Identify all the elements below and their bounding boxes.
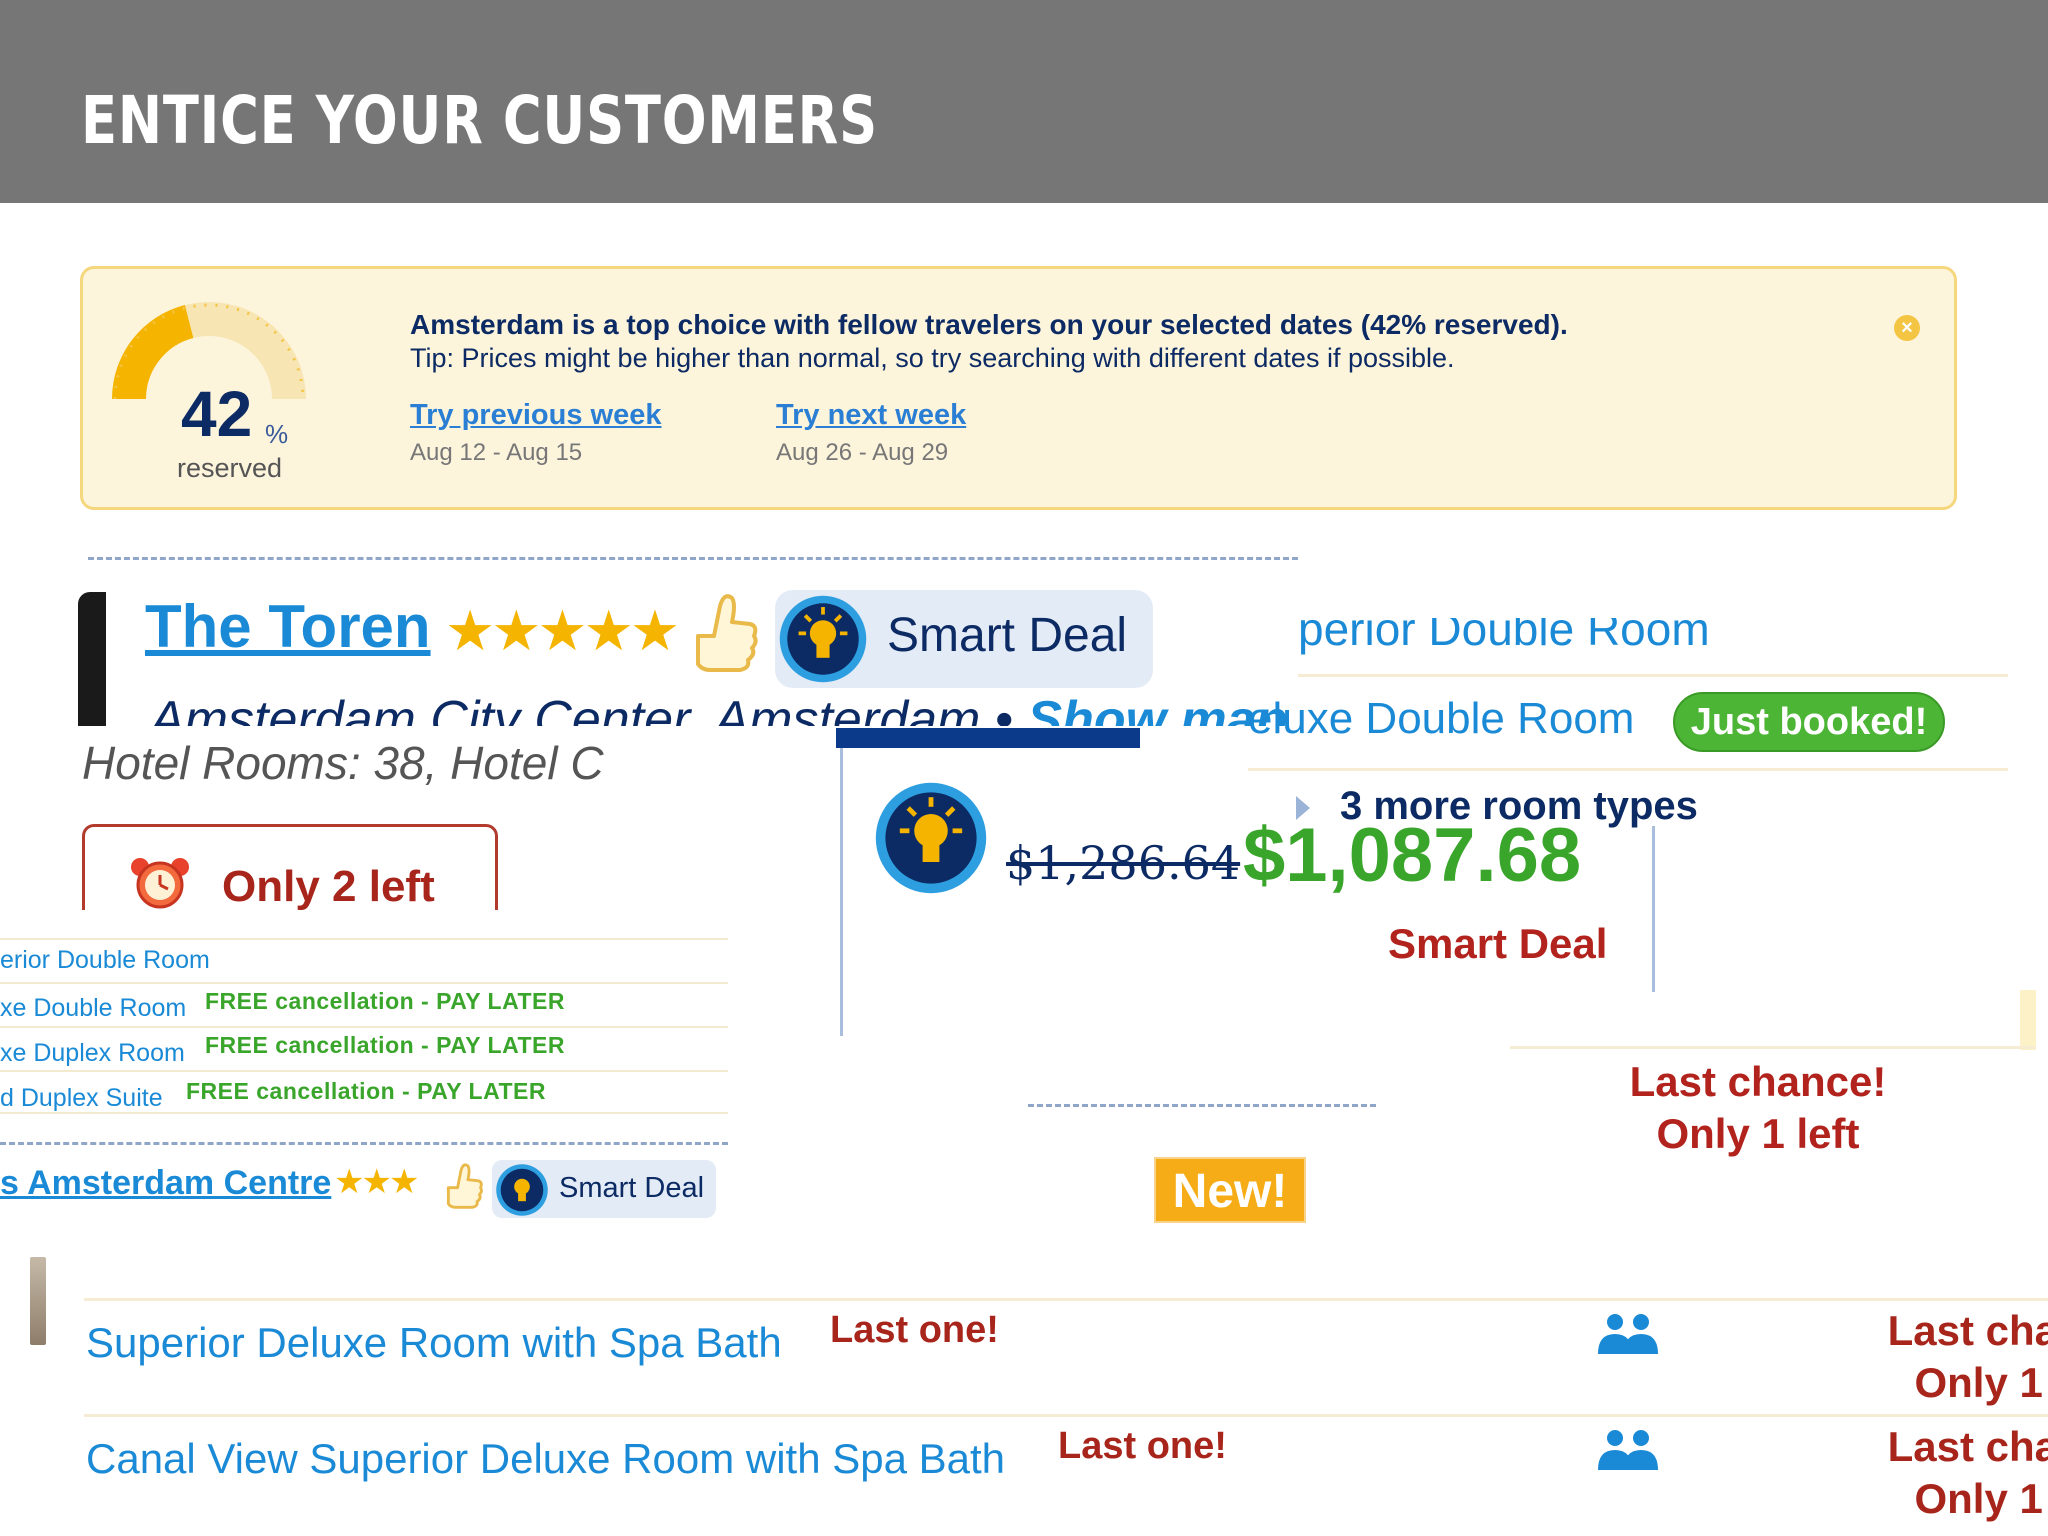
divider xyxy=(0,1142,728,1145)
hotel-rooms-info: Hotel Rooms: 38, Hotel C xyxy=(82,736,610,796)
only-one-left-line: Only 1 left xyxy=(1914,1359,2048,1406)
gauge-percent-unit: % xyxy=(265,419,289,449)
last-one-text: Last one! xyxy=(1058,1425,1227,1467)
next-week-dates: Aug 26 - Aug 29 xyxy=(776,439,949,466)
room-row: xe Duplex Room FREE cancellation - PAY L… xyxy=(0,1026,728,1070)
room-row: xe Double Room FREE cancellation - PAY L… xyxy=(0,982,728,1026)
triangle-right-icon[interactable] xyxy=(1296,796,1310,820)
just-booked-badge: Just booked! xyxy=(1673,692,1945,752)
gauge-percent: 42 xyxy=(181,378,253,450)
banner-message: Amsterdam is a top choice with fellow tr… xyxy=(410,309,1568,340)
last-chance-line: Last chance! xyxy=(1887,1423,2048,1470)
room-name-link[interactable]: Superior Deluxe Room with Spa Bath xyxy=(86,1319,782,1367)
room-name-link[interactable]: xe Duplex Room xyxy=(0,1039,185,1068)
star-rating: ★★★★★ xyxy=(445,599,680,662)
hotel-name-link[interactable]: The Toren xyxy=(145,592,431,661)
last-chance-text: Last chance! Only 1 left xyxy=(1860,1421,2048,1525)
lightbulb-icon xyxy=(875,782,987,894)
hotel-rooms-text: Hotel Rooms: 38, Hotel C xyxy=(82,737,604,789)
availability-banner: 42 % reserved Amsterdam is a top choice … xyxy=(80,266,1957,510)
last-chance-text: Last chance! Only 1 left xyxy=(1602,1056,1914,1160)
hotel-location: Amsterdam City Center, Amsterdam • Show … xyxy=(140,690,1290,726)
room-name-link[interactable]: erior Double Room xyxy=(0,946,210,975)
banner-tip: Tip: Prices might be higher than normal,… xyxy=(410,343,1455,373)
only-one-left-line: Only 1 left xyxy=(1656,1110,1860,1157)
smart-deal-label: Smart Deal xyxy=(887,609,1128,662)
room-name-text: perior Double Room xyxy=(1298,618,1710,655)
divider xyxy=(1028,1104,1376,1107)
panel-edge xyxy=(2020,990,2036,1050)
divider xyxy=(1298,674,2008,677)
free-cancellation-text: FREE cancellation - PAY LATER xyxy=(205,1032,566,1058)
price-panel-header xyxy=(836,728,1140,748)
lightbulb-icon xyxy=(496,1164,548,1216)
smart-deal-label: Smart Deal xyxy=(559,1172,705,1204)
room-name-link[interactable]: perior Double Room xyxy=(1298,618,1718,658)
slide-title: ENTICE YOUR CUSTOMERS xyxy=(81,82,878,159)
last-chance-text: Last chance! Only 1 left xyxy=(1860,1305,2048,1409)
free-cancellation-text: FREE cancellation - PAY LATER xyxy=(205,988,566,1014)
alarm-clock-icon xyxy=(131,858,189,909)
hotel-photo xyxy=(30,1257,46,1345)
more-room-types-link[interactable]: 3 more room types xyxy=(1340,784,1698,829)
divider xyxy=(1248,768,2008,771)
room-name-link[interactable]: xe Double Room xyxy=(0,994,186,1023)
close-icon[interactable]: × xyxy=(1894,315,1920,341)
price-panel-border xyxy=(840,748,843,1036)
try-next-week-link[interactable]: Try next week xyxy=(776,399,966,432)
room-name-link[interactable]: Canal View Superior Deluxe Room with Spa… xyxy=(86,1435,1005,1483)
try-previous-week-link[interactable]: Try previous week xyxy=(410,399,661,432)
divider xyxy=(84,1298,2048,1301)
slide-header: ENTICE YOUR CUSTOMERS xyxy=(0,0,2048,203)
lightbulb-icon xyxy=(779,595,867,683)
smart-deal-price-label: Smart Deal xyxy=(1388,920,1608,967)
price-panel-border xyxy=(1652,826,1655,992)
only-left-text: Only 2 left xyxy=(222,862,435,911)
star-rating: ★★★ xyxy=(334,1163,419,1201)
people-icon xyxy=(1598,1430,1658,1470)
room-name-link[interactable]: eluxe Double Room xyxy=(1248,694,1634,744)
free-cancellation-text: FREE cancellation - PAY LATER xyxy=(186,1078,547,1104)
room-row: erior Double Room xyxy=(0,938,728,982)
previous-week-dates: Aug 12 - Aug 15 xyxy=(410,439,583,466)
hotel2-name-link[interactable]: s Amsterdam Centre xyxy=(0,1164,331,1203)
new-badge: New! xyxy=(1154,1157,1306,1223)
thumbs-up-icon xyxy=(446,1163,483,1209)
thumbs-up-icon xyxy=(696,594,758,672)
hotel-photo xyxy=(78,592,106,726)
divider xyxy=(88,557,1298,560)
last-one-text: Last one! xyxy=(830,1309,999,1351)
only-one-left-line: Only 1 left xyxy=(1914,1475,2048,1522)
people-icon xyxy=(1598,1314,1658,1354)
last-chance-line: Last chance! xyxy=(1887,1307,2048,1354)
divider xyxy=(84,1414,2048,1417)
last-chance-line: Last chance! xyxy=(1629,1058,1887,1105)
location-text: Amsterdam City Center, Amsterdam • xyxy=(150,691,1028,726)
original-price: $1,286.64 xyxy=(1006,836,1241,890)
room-name-link[interactable]: d Duplex Suite xyxy=(0,1084,163,1113)
room-row: d Duplex Suite FREE cancellation - PAY L… xyxy=(0,1070,728,1114)
gauge-label: reserved xyxy=(177,453,283,483)
divider xyxy=(1510,1046,2036,1049)
